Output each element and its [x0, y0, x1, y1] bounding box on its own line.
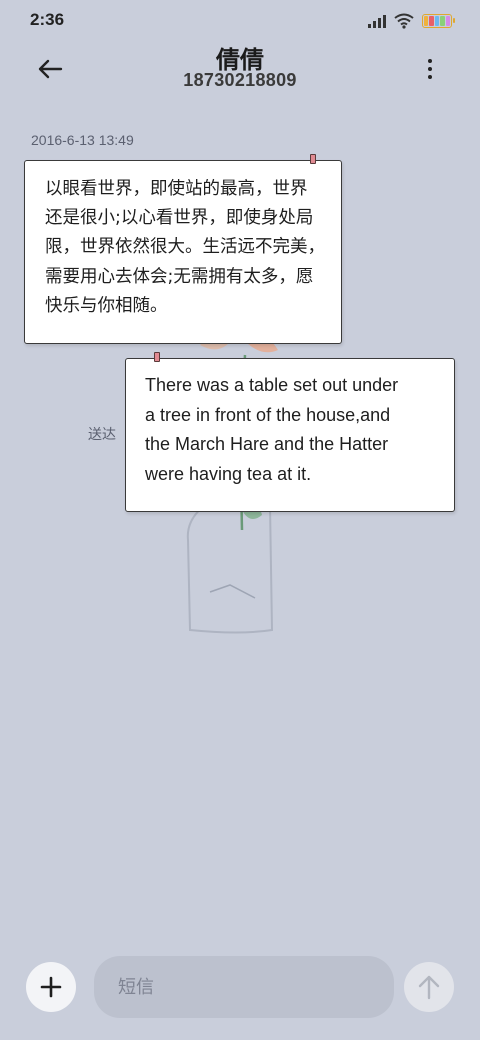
add-attachment-button[interactable] — [26, 962, 76, 1012]
message-text: 以眼看世界，即使站的最高，世界 还是很小;以心看世界，即使身处局 限，世界依然很… — [45, 179, 325, 316]
status-bar: 2:36 — [0, 0, 480, 44]
send-button[interactable] — [404, 962, 454, 1012]
status-icons — [368, 12, 455, 30]
delivery-status: 送达 — [88, 427, 116, 443]
message-bubble[interactable]: There was a table set out under a tree i… — [125, 352, 455, 512]
battery-icon — [422, 14, 455, 28]
message-text-field[interactable] — [118, 956, 394, 1018]
message-timestamp: 2016-6-13 13:49 — [31, 132, 134, 148]
more-vertical-icon — [428, 59, 432, 63]
plus-icon — [40, 976, 62, 998]
more-options-button[interactable] — [418, 56, 442, 82]
arrow-up-icon — [418, 975, 440, 1000]
pin-icon — [310, 154, 316, 164]
status-time: 2:36 — [30, 10, 65, 29]
message-text: There was a table set out under a tree i… — [145, 375, 399, 484]
contact-phone-number: 18730218809 — [183, 70, 297, 90]
pin-icon — [154, 352, 160, 362]
signal-icon — [368, 14, 386, 28]
message-input[interactable] — [94, 956, 394, 1018]
message-bubble[interactable]: 以眼看世界，即使站的最高，世界 还是很小;以心看世界，即使身处局 限，世界依然很… — [24, 154, 342, 344]
wifi-icon — [394, 13, 414, 29]
